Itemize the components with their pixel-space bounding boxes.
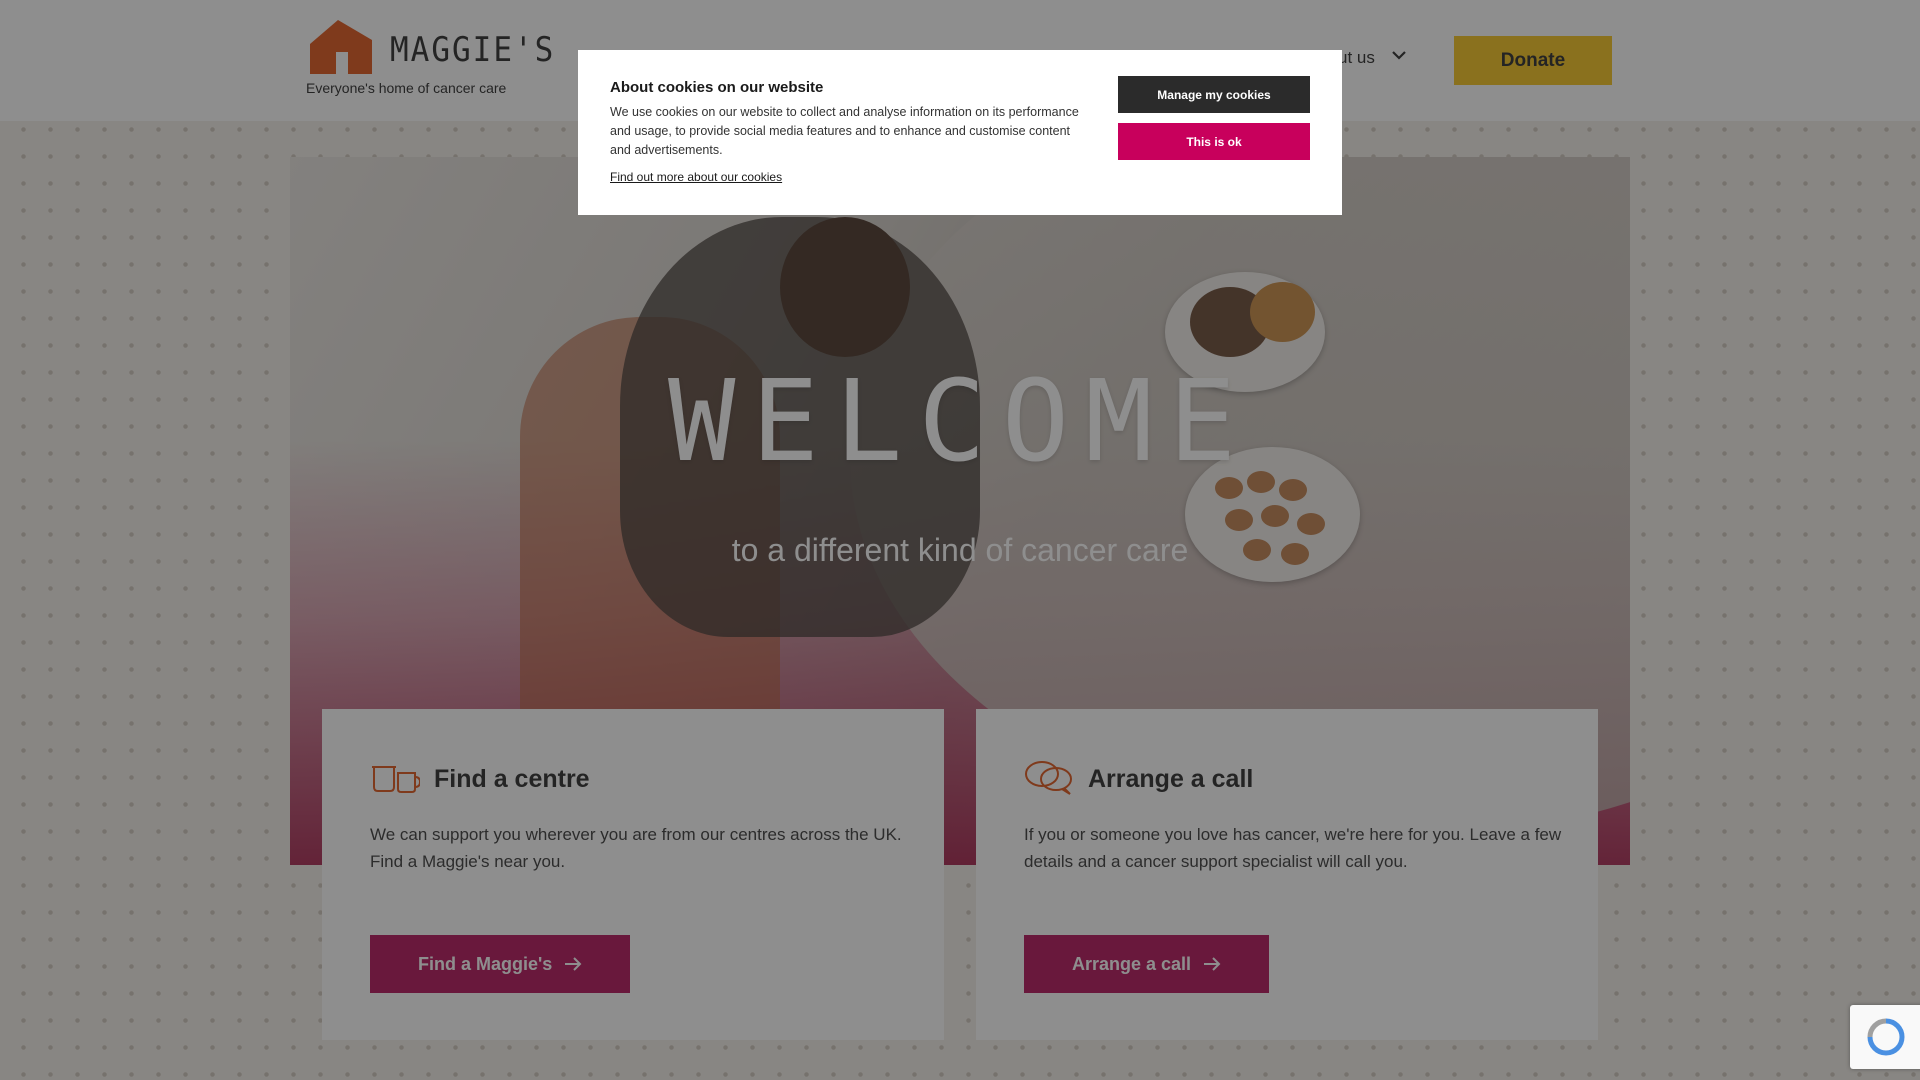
manage-cookies-button[interactable]: Manage my cookies [1118,76,1310,113]
accept-cookies-button[interactable]: This is ok [1118,123,1310,160]
cookie-dialog: About cookies on our website We use cook… [578,50,1342,215]
cookie-info-link[interactable]: Find out more about our cookies [610,170,782,184]
cookie-title: About cookies on our website [610,79,824,96]
recaptcha-badge[interactable] [1850,1005,1920,1069]
recaptcha-icon [1867,1018,1905,1056]
cookie-text: We use cookies on our website to collect… [610,105,1079,157]
